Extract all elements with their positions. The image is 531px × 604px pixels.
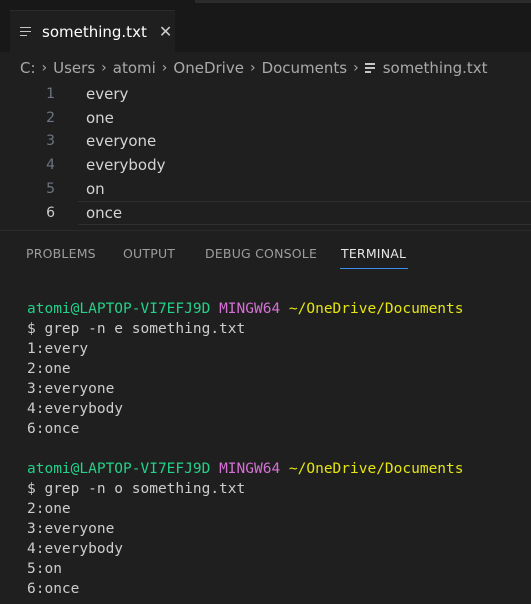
line-text: every	[86, 84, 129, 103]
code-line[interactable]: 5 on	[0, 177, 531, 200]
line-number: 4	[46, 156, 55, 173]
editor-tab-bar: something.txt ✕	[0, 0, 531, 52]
terminal-output-line: 2:one	[27, 501, 71, 517]
terminal-output-line: 5:on	[27, 561, 62, 577]
prompt-env: MINGW64	[219, 461, 281, 477]
chevron-right-icon: ›	[41, 60, 48, 76]
chevron-right-icon: ›	[161, 60, 168, 76]
line-text: one	[86, 108, 114, 127]
breadcrumb-item-c[interactable]: C:	[20, 59, 36, 77]
line-number: 2	[46, 109, 55, 126]
line-text: everybody	[86, 155, 166, 174]
tab-problems[interactable]: PROBLEMS	[26, 246, 96, 261]
text-file-icon	[364, 62, 377, 74]
breadcrumb-item-documents[interactable]: Documents	[262, 59, 348, 77]
prompt-user: atomi@LAPTOP-VI7EFJ9D	[27, 301, 211, 317]
code-editor[interactable]: 1 every 2 one 3 everyone 4 everybody 5 o…	[0, 84, 531, 228]
line-text: once	[86, 203, 123, 222]
breadcrumb-item-atomi[interactable]: atomi	[113, 59, 156, 77]
terminal-prompt: atomi@LAPTOP-VI7EFJ9D MINGW64 ~/OneDrive…	[27, 459, 527, 479]
chevron-right-icon: ›	[353, 60, 359, 76]
terminal-output-line: 6:once	[27, 421, 80, 437]
breadcrumb-item-file[interactable]: something.txt	[383, 59, 488, 77]
code-line[interactable]: 4 everybody	[0, 153, 531, 176]
breadcrumb-item-onedrive[interactable]: OneDrive	[173, 59, 244, 77]
terminal-output-line: 2:one	[27, 361, 71, 377]
terminal-output-line: 3:everyone	[27, 521, 115, 537]
prompt-path: ~/OneDrive/Documents	[288, 461, 464, 477]
close-icon[interactable]: ✕	[159, 22, 172, 41]
chevron-right-icon: ›	[101, 60, 107, 76]
terminal-output-line: 3:everyone	[27, 381, 115, 397]
line-number: 6	[46, 204, 55, 221]
line-text: everyone	[86, 131, 157, 150]
panel-divider[interactable]	[0, 230, 531, 231]
tab-label: something.txt	[42, 22, 147, 41]
tab-output[interactable]: OUTPUT	[123, 246, 175, 261]
breadcrumb: C: › Users › atomi › OneDrive › Document…	[0, 52, 531, 84]
terminal-prompt: atomi@LAPTOP-VI7EFJ9D MINGW64 ~/OneDrive…	[27, 299, 527, 319]
prompt-path: ~/OneDrive/Documents	[288, 301, 464, 317]
terminal[interactable]: atomi@LAPTOP-VI7EFJ9D MINGW64 ~/OneDrive…	[27, 299, 527, 599]
line-number: 1	[46, 85, 55, 102]
code-line[interactable]: 3 everyone	[0, 129, 531, 152]
breadcrumb-item-users[interactable]: Users	[53, 59, 95, 77]
editor-tab-something-txt[interactable]: something.txt ✕	[10, 10, 175, 52]
code-line[interactable]: 1 every	[0, 82, 531, 105]
terminal-command: $ grep -n e something.txt	[27, 321, 246, 337]
tab-terminal[interactable]: TERMINAL	[341, 246, 406, 261]
terminal-output-line: 4:everybody	[27, 401, 124, 417]
terminal-output-line: 4:everybody	[27, 541, 124, 557]
prompt-env: MINGW64	[219, 301, 281, 317]
line-text: on	[86, 179, 105, 198]
chevron-right-icon: ›	[249, 60, 256, 76]
terminal-output-line: 6:once	[27, 581, 80, 597]
panel-tab-bar: PROBLEMS OUTPUT DEBUG CONSOLE TERMINAL	[0, 238, 531, 272]
terminal-command: $ grep -n o something.txt	[27, 481, 246, 497]
terminal-output-line: 1:every	[27, 341, 89, 357]
text-file-icon	[20, 25, 34, 39]
code-line[interactable]: 2 one	[0, 106, 531, 129]
tab-debug-console[interactable]: DEBUG CONSOLE	[205, 246, 317, 261]
code-line-current[interactable]: 6 once	[0, 201, 531, 224]
prompt-user: atomi@LAPTOP-VI7EFJ9D	[27, 461, 211, 477]
line-number: 3	[46, 132, 55, 149]
tab-bar-topline	[195, 0, 531, 3]
line-number: 5	[46, 180, 55, 197]
active-tab-indicator	[340, 268, 408, 269]
